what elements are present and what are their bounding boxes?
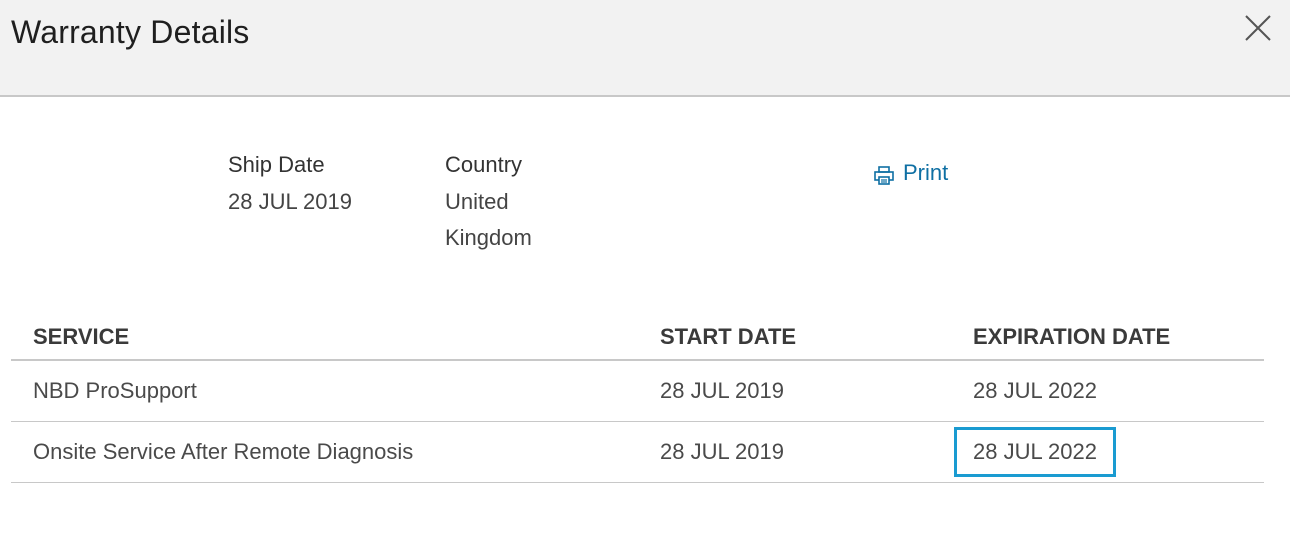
- ship-date-label: Ship Date: [228, 152, 325, 177]
- modal-header: Warranty Details: [0, 0, 1290, 97]
- start-date-cell: 28 JUL 2019: [660, 421, 973, 483]
- ship-date-value: 28 JUL 2019: [228, 189, 352, 214]
- ship-date-block: Ship Date 28 JUL 2019: [228, 150, 352, 220]
- close-button[interactable]: [1240, 10, 1276, 46]
- expiration-date-cell: 28 JUL 2022: [954, 421, 1264, 483]
- country-value-line1: United: [445, 189, 509, 214]
- modal-title: Warranty Details: [11, 14, 250, 50]
- country-value: United Kingdom: [445, 184, 575, 256]
- warranty-table: SERVICE START DATE EXPIRATION DATE NBD P…: [11, 315, 1264, 483]
- country-value-line2: Kingdom: [445, 225, 532, 250]
- warranty-details-modal: Warranty Details Ship Date 28 JUL 2019 C…: [0, 0, 1290, 560]
- highlighted-expiration-date: 28 JUL 2022: [954, 427, 1116, 477]
- column-header-service: SERVICE: [11, 315, 660, 361]
- print-label: Print: [903, 160, 949, 185]
- column-header-expiration-date: EXPIRATION DATE: [973, 315, 1264, 361]
- table-row: NBD ProSupport 28 JUL 2019 28 JUL 2022: [11, 360, 1264, 422]
- table-row: Onsite Service After Remote Diagnosis 28…: [11, 421, 1264, 483]
- printer-icon: [874, 166, 894, 185]
- country-label: Country: [445, 152, 523, 177]
- service-cell: Onsite Service After Remote Diagnosis: [11, 421, 660, 483]
- column-header-start-date: START DATE: [660, 315, 973, 361]
- service-cell: NBD ProSupport: [11, 360, 660, 422]
- start-date-cell: 28 JUL 2019: [660, 360, 973, 422]
- print-link[interactable]: Print: [873, 160, 948, 186]
- table-header-row: SERVICE START DATE EXPIRATION DATE: [11, 315, 1264, 361]
- expiration-date-cell: 28 JUL 2022: [973, 360, 1264, 422]
- close-icon: [1245, 15, 1271, 41]
- country-block: Country United Kingdom: [445, 150, 575, 256]
